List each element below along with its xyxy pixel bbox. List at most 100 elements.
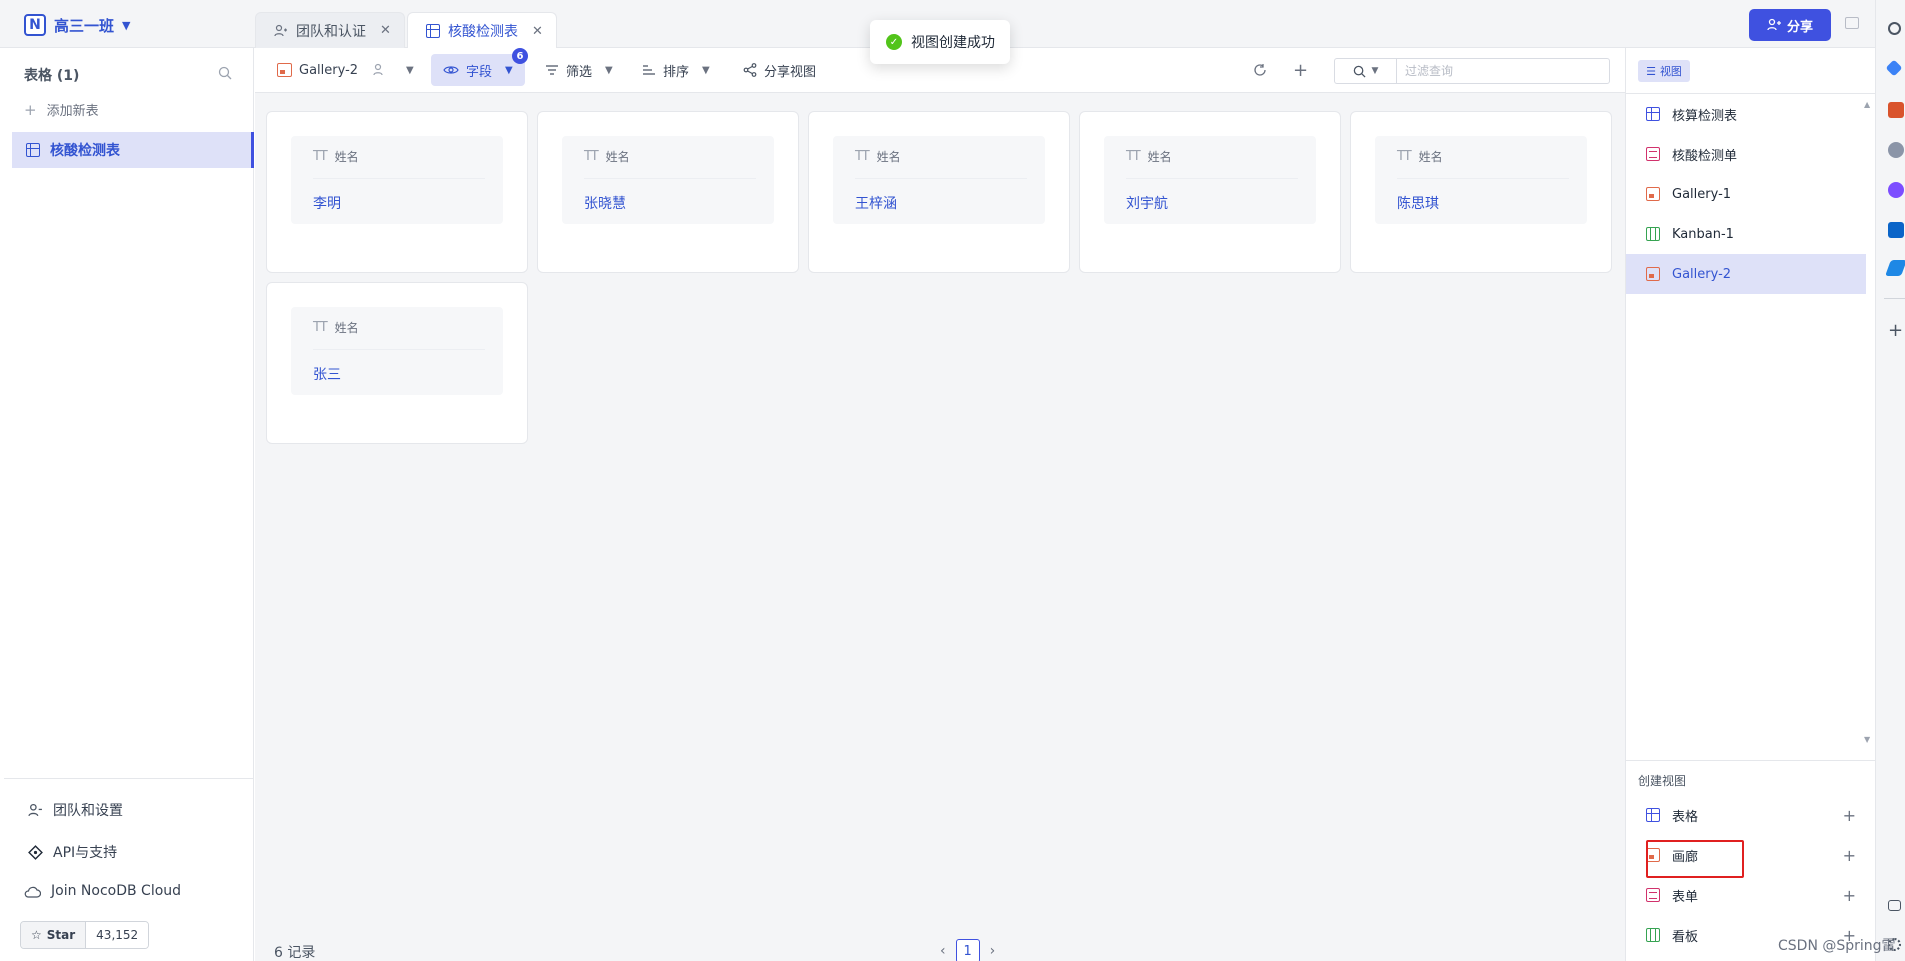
field-label: 姓名	[605, 150, 630, 164]
text-type-icon: TT	[1126, 149, 1141, 164]
field-label: 姓名	[876, 150, 901, 164]
share-label: 分享	[1786, 19, 1813, 35]
star-button[interactable]: ☆ Star	[21, 922, 87, 948]
cloud-icon	[24, 886, 41, 898]
gallery-canvas: TT 姓名 李明 TT 姓名 张晓慧 TT 姓名 王梓涵 TT 姓名 刘宇航 TT 姓名 …	[255, 93, 1625, 961]
add-table-label: 添加新表	[46, 104, 99, 119]
next-page-icon[interactable]: ›	[990, 943, 996, 959]
card-value: 刘宇航	[1126, 196, 1168, 212]
screenshot-icon[interactable]	[1888, 900, 1901, 911]
share-button[interactable]: 分享	[1749, 9, 1831, 41]
gallery-card[interactable]: TT 姓名 陈思琪	[1350, 111, 1612, 273]
form-view-icon	[1646, 147, 1660, 161]
table-icon	[426, 24, 440, 38]
pagination: ‹ 1 ›	[940, 939, 995, 961]
tab-team-auth[interactable]: 团队和认证 ✕	[255, 12, 405, 48]
grid-view-icon	[1646, 808, 1660, 822]
search-field-selector[interactable]: ▼	[1335, 59, 1397, 83]
view-selector[interactable]: Gallery-2 ▼	[277, 54, 414, 86]
collaborator-icon	[373, 63, 383, 76]
fields-label: 字段	[466, 64, 493, 80]
add-record-icon[interactable]: +	[1293, 54, 1308, 86]
chevron-down-icon: ▼	[406, 64, 414, 76]
scroll-up-icon[interactable]: ▲	[1864, 100, 1870, 109]
toast-message: 视图创建成功	[911, 35, 995, 51]
view-item-kanban-1[interactable]: Kanban-1	[1626, 214, 1866, 254]
join-cloud-link[interactable]: Join NocoDB Cloud	[24, 883, 181, 899]
search-icon	[1353, 65, 1366, 78]
search-input[interactable]	[1397, 64, 1597, 78]
sidebar-toggle-icon[interactable]	[1845, 17, 1859, 29]
text-type-icon: TT	[1397, 149, 1412, 164]
person-icon[interactable]	[1888, 142, 1904, 158]
chevron-down-icon: ▼	[122, 18, 131, 32]
gallery-card[interactable]: TT 姓名 刘宇航	[1079, 111, 1341, 273]
prev-page-icon[interactable]: ‹	[940, 943, 946, 959]
copilot-icon[interactable]	[1888, 182, 1904, 198]
record-count: 6 记录	[274, 945, 316, 961]
card-field: TT 姓名 李明	[291, 136, 503, 224]
plus-icon[interactable]: +	[1888, 320, 1903, 341]
send-icon[interactable]	[1885, 260, 1905, 276]
sort-label: 排序	[663, 64, 690, 80]
tab-nucleic-test[interactable]: 核酸检测表 ✕	[407, 12, 557, 49]
filter-label: 筛选	[566, 64, 593, 80]
gallery-card[interactable]: TT 姓名 张三	[266, 282, 528, 444]
outlook-icon[interactable]	[1888, 222, 1904, 238]
view-label: Gallery-1	[1672, 186, 1732, 202]
view-item-gallery-1[interactable]: Gallery-1	[1626, 174, 1866, 214]
create-label: 表单	[1672, 889, 1699, 905]
toolbox-icon[interactable]	[1888, 102, 1904, 118]
gallery-card[interactable]: TT 姓名 王梓涵	[808, 111, 1070, 273]
card-value: 张三	[313, 367, 341, 383]
create-gallery-view[interactable]: 画廊 +	[1626, 837, 1876, 873]
gallery-card[interactable]: TT 姓名 李明	[266, 111, 528, 273]
chevron-down-icon: ▼	[702, 64, 710, 76]
create-label: 表格	[1672, 809, 1699, 825]
scroll-down-icon[interactable]: ▼	[1864, 735, 1870, 744]
add-table-button[interactable]: + 添加新表	[24, 100, 99, 120]
create-grid-view[interactable]: 表格 +	[1626, 797, 1876, 833]
filter-icon	[546, 65, 558, 75]
api-support-label: API与支持	[53, 845, 118, 861]
fields-button[interactable]: 字段 ▼	[431, 54, 525, 86]
card-value: 陈思琪	[1397, 196, 1439, 212]
gallery-view-icon	[1646, 267, 1660, 281]
sort-button[interactable]: 排序 ▼	[642, 54, 710, 86]
sidebar-item-nucleic-test[interactable]: 核酸检测表	[12, 132, 254, 168]
join-cloud-label: Join NocoDB Cloud	[51, 883, 182, 899]
view-label: 核酸检测单	[1672, 148, 1738, 164]
close-icon[interactable]: ✕	[532, 24, 543, 39]
view-item-nucleic-calc[interactable]: 核算检测表	[1626, 94, 1866, 134]
filter-button[interactable]: 筛选 ▼	[545, 54, 613, 86]
views-header[interactable]: ☰ 视图	[1638, 60, 1690, 82]
api-support-link[interactable]: API与支持	[28, 842, 117, 862]
view-item-gallery-2[interactable]: Gallery-2	[1626, 254, 1866, 294]
table-icon	[26, 143, 40, 157]
card-field: TT 姓名 张三	[291, 307, 503, 395]
grid-view-icon	[1646, 107, 1660, 121]
reload-icon[interactable]	[1253, 54, 1267, 86]
search-icon[interactable]	[218, 66, 232, 84]
github-star-widget[interactable]: ☆ Star 43,152	[20, 921, 150, 949]
plus-icon: +	[1842, 805, 1856, 825]
workspace-name: 高三一班	[54, 16, 115, 35]
create-label: 看板	[1672, 929, 1699, 945]
search-icon[interactable]	[1888, 22, 1901, 35]
fields-count-badge: 6	[512, 48, 528, 64]
plus-icon: +	[1842, 885, 1856, 905]
team-settings-link[interactable]: 团队和设置	[28, 800, 123, 820]
page-number[interactable]: 1	[955, 939, 980, 961]
create-form-view[interactable]: 表单 +	[1626, 877, 1876, 913]
text-type-icon: TT	[313, 149, 328, 164]
close-icon[interactable]: ✕	[380, 23, 391, 38]
tag-icon[interactable]	[1885, 59, 1903, 77]
share-view-button[interactable]: 分享视图	[743, 54, 816, 86]
view-item-nucleic-form[interactable]: 核酸检测单	[1626, 134, 1866, 174]
text-type-icon: TT	[584, 149, 599, 164]
team-settings-label: 团队和设置	[53, 803, 123, 819]
gallery-card[interactable]: TT 姓名 张晓慧	[537, 111, 799, 273]
workspace-switcher[interactable]: N 高三一班 ▼	[24, 12, 130, 38]
gallery-view-icon	[1646, 187, 1660, 201]
views-panel: ☰ 视图 核算检测表 核酸检测单 Gallery-1 Kanban-1 Gall…	[1625, 48, 1876, 961]
